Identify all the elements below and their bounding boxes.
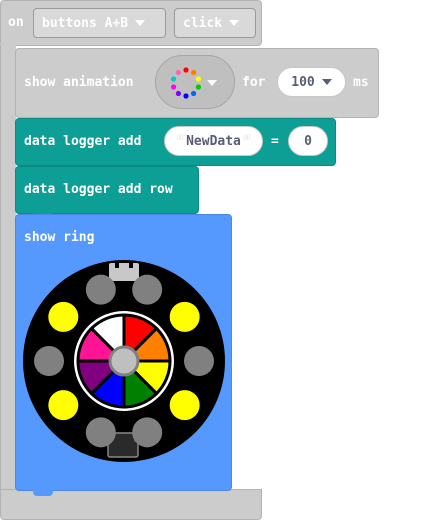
column-name-value: NewData (186, 133, 241, 149)
close-quote: ” (242, 133, 251, 149)
outer-led[interactable] (48, 301, 79, 332)
equals-label: = (271, 134, 279, 149)
ring-board[interactable] (20, 256, 230, 466)
outer-led[interactable] (169, 390, 200, 421)
open-quote: “ (176, 133, 185, 149)
on-label: on (8, 15, 24, 30)
outer-led[interactable] (132, 274, 163, 305)
outer-led[interactable] (85, 417, 116, 448)
button-dropdown-value: buttons A+B (42, 15, 129, 31)
outer-led[interactable] (169, 301, 200, 332)
outer-led[interactable] (48, 390, 79, 421)
duration-dropdown[interactable]: 100 (277, 67, 346, 97)
action-dropdown[interactable]: click (174, 8, 256, 38)
button-dropdown[interactable]: buttons A+B (33, 8, 166, 38)
center-led[interactable] (108, 345, 140, 377)
duration-value: 100 (291, 74, 315, 90)
value-number: 0 (304, 133, 312, 149)
top-connector-icon (109, 263, 139, 281)
data-logger-add-label: data logger add (24, 134, 142, 149)
chevron-down-icon (229, 20, 240, 26)
chevron-down-icon (321, 79, 332, 85)
animation-dropdown[interactable] (155, 55, 235, 109)
show-animation-label: show animation (24, 75, 134, 90)
value-input[interactable]: 0 (288, 126, 328, 156)
for-label: for (242, 75, 266, 90)
event-block-spine (0, 44, 16, 494)
outer-led[interactable] (34, 346, 64, 376)
column-name-input[interactable]: “ NewData ” (164, 126, 263, 156)
block-connector (33, 490, 53, 496)
action-dropdown-value: click (183, 15, 223, 31)
chevron-down-icon (135, 20, 146, 26)
outer-led[interactable] (132, 417, 163, 448)
outer-led[interactable] (184, 346, 214, 376)
ms-label: ms (353, 75, 369, 90)
rainbow-dots-icon (171, 67, 201, 99)
data-logger-add-row-label: data logger add row (24, 182, 173, 197)
show-ring-label: show ring (24, 230, 95, 245)
chevron-down-icon (207, 80, 217, 86)
outer-led[interactable] (85, 274, 116, 305)
